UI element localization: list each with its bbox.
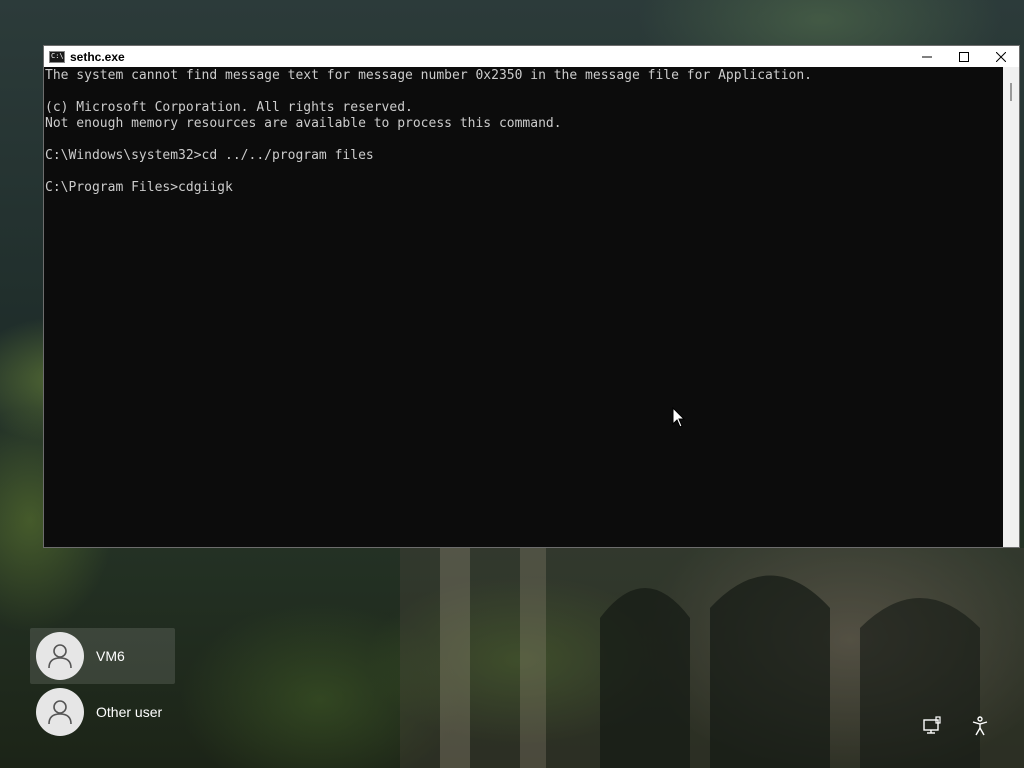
user-name: Other user [96,704,163,720]
user-avatar-icon [48,700,72,725]
user-entry-other-user[interactable]: Other user [30,684,230,740]
console-line: C:\Windows\system32>cd ../../program fil… [45,148,374,163]
console-line: (c) Microsoft Corporation. All rights re… [45,100,413,115]
accessibility-icon [972,716,988,736]
vertical-scrollbar[interactable] [1003,67,1019,547]
maximize-icon [958,51,969,62]
title-bar[interactable]: C:\ sethc.exe [44,46,1019,67]
console-app-icon: C:\ [49,50,65,63]
minimize-icon [921,56,932,57]
accessibility-button[interactable] [968,714,992,738]
avatar [36,688,84,736]
user-avatar-icon [48,644,72,669]
user-name: VM6 [96,648,125,664]
console-window[interactable]: C:\ sethc.exe The system cannot find mes… [43,45,1020,548]
console-line: The system cannot find message text for … [45,68,813,83]
close-icon [995,51,1006,62]
network-icon [923,716,941,734]
window-controls [908,46,1019,67]
user-entry-vm6[interactable]: VM6 [30,628,175,684]
console-line: Not enough memory resources are availabl… [45,116,562,131]
window-title: sethc.exe [70,49,125,64]
console-output[interactable]: The system cannot find message text for … [44,67,1003,547]
user-list: VM6 Other user [30,628,230,740]
scrollbar-thumb[interactable] [1010,83,1012,101]
console-prompt-line[interactable]: C:\Program Files>cdgiigk [45,180,1003,196]
minimize-button[interactable] [908,46,945,67]
network-button[interactable] [920,714,944,738]
avatar [36,632,84,680]
mouse-cursor-icon [672,407,686,428]
maximize-button[interactable] [945,46,982,67]
close-button[interactable] [982,46,1019,67]
